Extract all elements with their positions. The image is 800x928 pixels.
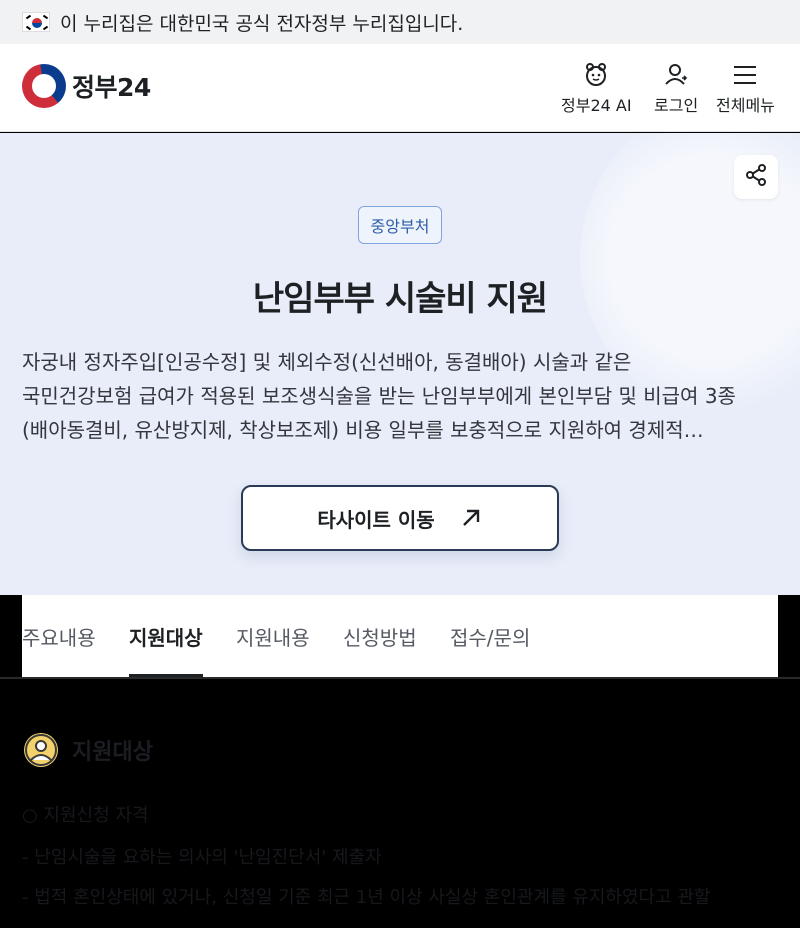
ai-label: 정부24 AI: [561, 96, 632, 115]
ai-button[interactable]: 정부24 AI: [561, 62, 632, 116]
ai-mascot-icon: [582, 62, 610, 88]
person-icon: [24, 733, 58, 767]
tab-eligibility[interactable]: 지원대상: [129, 595, 203, 677]
logo-text: 정부24: [72, 73, 151, 102]
eligibility-line: ○ 지원신청 자격: [22, 805, 149, 826]
login-label: 로그인: [654, 96, 699, 115]
tab-contact[interactable]: 접수/문의: [450, 595, 530, 677]
share-icon: [744, 163, 768, 191]
external-site-button[interactable]: 타사이트 이동: [241, 485, 559, 551]
tab-bar: 주요내용 지원대상 지원내용 신청방법 접수/문의: [22, 595, 778, 677]
eligibility-section: 지원대상 ○ 지원신청 자격 - 난임시술을 요하는 의사의 '난임진단서' 제…: [0, 679, 800, 928]
section-header: 지원대상: [24, 733, 153, 767]
description-line: 자궁내 정자주입[인공수정] 및 체외수정(신선배아, 동결배아) 시술과 같은: [22, 350, 632, 374]
tab-main-content[interactable]: 주요내용: [22, 595, 96, 677]
eligibility-line: - 난임시술을 요하는 의사의 '난임진단서' 제출자: [22, 847, 382, 868]
hero-section: 중앙부처 난임부부 시술비 지원 자궁내 정자주입[인공수정] 및 체외수정(신…: [0, 133, 800, 595]
tab-how-to-apply[interactable]: 신청방법: [343, 595, 417, 677]
gov24-logo[interactable]: 정부24: [22, 64, 151, 108]
header: 정부24 정부24 AI 로그인 전체메뉴: [0, 44, 800, 132]
eligibility-line: - 법적 혼인상태에 있거나, 신청일 기준 최근 1년 이상 사실상 혼인관계…: [22, 887, 711, 908]
login-button[interactable]: 로그인: [654, 62, 698, 116]
gov-banner: 이 누리집은 대한민국 공식 전자정부 누리집입니다.: [0, 0, 800, 44]
category-badge: 중앙부처: [358, 206, 442, 244]
full-menu-button[interactable]: 전체메뉴: [716, 62, 775, 116]
description-line: 국민건강보험 급여가 적용된 보조생식술을 받는 난임부부에게 본인부담 및 비…: [22, 384, 736, 408]
arrow-up-right-icon: [459, 506, 483, 530]
flag-icon: [22, 12, 50, 32]
page-title: 난임부부 시술비 지원: [252, 279, 548, 319]
tab-support-details[interactable]: 지원내용: [236, 595, 310, 677]
section-title: 지원대상: [72, 740, 153, 765]
external-site-label: 타사이트 이동: [317, 507, 435, 532]
menu-label: 전체메뉴: [716, 96, 775, 115]
user-icon: [662, 62, 690, 88]
hamburger-icon: [731, 62, 759, 88]
share-button[interactable]: [734, 155, 778, 199]
description-line: (배아동결비, 유산방지제, 착상보조제) 비용 일부를 보충적으로 지원하여 …: [22, 418, 704, 442]
gov-emblem-icon: [22, 64, 66, 108]
gov-banner-text: 이 누리집은 대한민국 공식 전자정부 누리집입니다.: [60, 12, 464, 35]
service-description: 자궁내 정자주입[인공수정] 및 체외수정(신선배아, 동결배아) 시술과 같은…: [22, 345, 782, 447]
